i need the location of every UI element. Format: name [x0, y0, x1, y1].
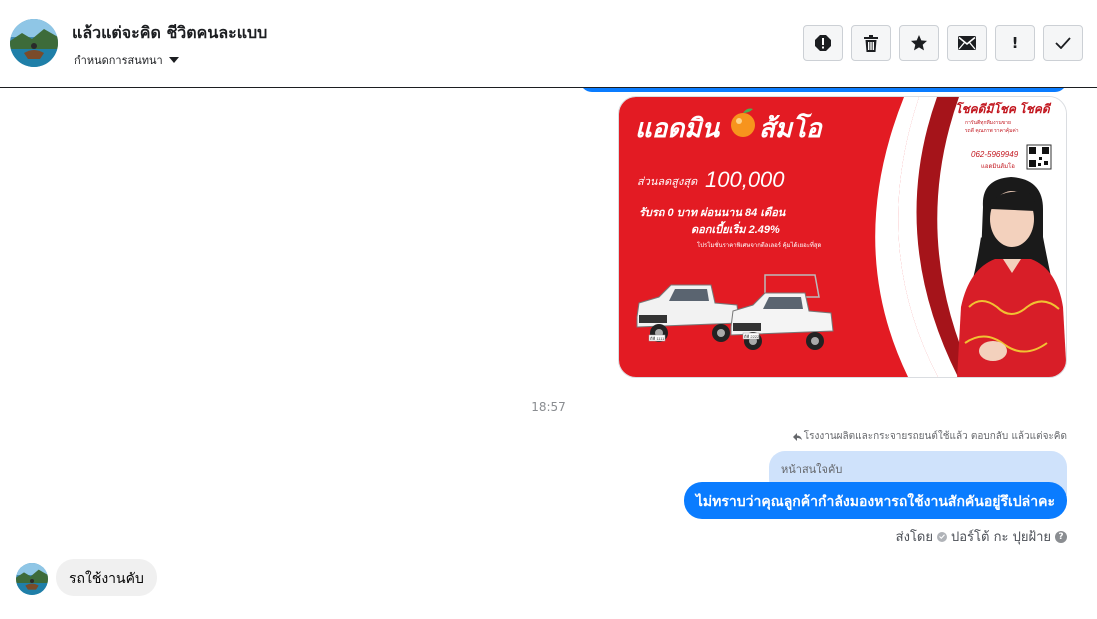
mark-done-button[interactable] [1043, 25, 1083, 61]
ad-brand-suffix: ส้มโอ [759, 112, 823, 143]
ad-small-text-1: การันตีทุกทีมงานขาย [965, 119, 1011, 126]
ad-lucky-text: โชคดีมีโชค โชคดี [955, 101, 1052, 116]
ad-small-text-2: รถดี คุณภาพ ราคาคุ้มค่า [965, 127, 1019, 134]
mark-unread-button[interactable] [947, 25, 987, 61]
spam-button[interactable] [803, 25, 843, 61]
ad-phone: 062-5969949 [971, 150, 1019, 159]
ad-down-payment: รับรถ 0 บาท ผ่อนนาน 84 เดือน [639, 206, 786, 219]
verified-check-icon [937, 531, 947, 542]
truck-2-plate: ดีพี 2222 [744, 334, 760, 339]
contact-name[interactable]: แล้วแต่จะคิด ชีวิตคนละแบบ [72, 21, 267, 46]
sent-by-info: ส่งโดย ปอร์โต้ กะ ปุยฝ้าย ? [896, 526, 1067, 547]
ad-brand-text: แอดมิน [635, 113, 720, 143]
alert-circle-icon [815, 35, 831, 51]
help-icon[interactable]: ? [1055, 530, 1067, 543]
sent-by-name[interactable]: ปอร์โต้ กะ ปุยฝ้าย [951, 526, 1051, 547]
star-icon [911, 35, 927, 51]
truck-1-plate: ดีพี 1111 [650, 336, 666, 341]
envelope-icon [958, 36, 976, 50]
reply-arrow-icon [792, 432, 802, 441]
qr-code-icon [1026, 144, 1052, 170]
delete-button[interactable] [851, 25, 891, 61]
conversation-header: แล้วแต่จะคิด ชีวิตคนละแบบ กำหนดการสนทนา [0, 0, 1097, 88]
outgoing-message-bubble[interactable]: ไม่ทราบว่าคุณลูกค้ากำลังมองหารถใช้งานสัก… [683, 482, 1067, 519]
sent-by-label: ส่งโดย [895, 530, 933, 545]
trash-icon [864, 34, 878, 52]
ad-discount-value: 100,000 [705, 167, 785, 192]
exclamation-icon: ! [1011, 34, 1019, 52]
ad-image-attachment[interactable]: แอดมิน ส้มโอ ส่วนลดสูงสุด 100,000 รับรถ … [618, 96, 1067, 378]
checkmark-icon [1055, 37, 1071, 49]
contact-avatar[interactable] [10, 19, 58, 67]
ad-discount-label: ส่วนลดสูงสุด [637, 176, 698, 188]
ad-promo-note: โปรโมชั่นราคาพิเศษจากดีลเลอร์ คุ้มได้เยอ… [697, 241, 822, 249]
ad-interest: ดอกเบี้ยเริ่ม 2.49% [691, 221, 780, 236]
reply-context: โรงงานผลิตและกระจายรถยนต์ใช้แล้ว ตอบกลับ… [792, 429, 1067, 444]
reply-context-text: โรงงานผลิตและกระจายรถยนต์ใช้แล้ว ตอบกลับ… [803, 431, 1067, 442]
caret-down-icon [168, 57, 179, 63]
message-timestamp: 18:57 [531, 400, 566, 414]
star-button[interactable] [899, 25, 939, 61]
incoming-message-bubble[interactable]: รถใช้งานคับ [56, 559, 157, 596]
assign-conversation-dropdown[interactable]: กำหนดการสนทนา [74, 51, 179, 69]
contact-avatar-small[interactable] [16, 563, 48, 595]
assign-conversation-label: กำหนดการสนทนา [74, 54, 163, 67]
follow-up-button[interactable]: ! [995, 25, 1035, 61]
ad-line-id: แอดมินส้มโอ [981, 162, 1015, 170]
conversation-toolbar: ! [803, 25, 1083, 61]
